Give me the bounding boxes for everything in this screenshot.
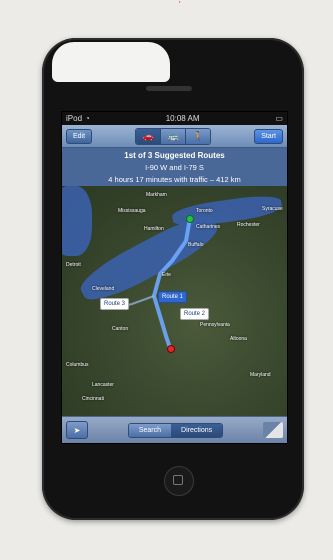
carrier-label: iPod [66,114,83,123]
place-mississauga: Mississauga [118,208,146,214]
place-altoona: Altoona [230,336,247,342]
edit-button[interactable]: Edit [66,128,93,144]
place-toronto: Toronto [196,208,213,214]
route-summary-title: 1st of 3 Suggested Routes [124,151,225,160]
place-lancaster: Lancaster [92,382,114,388]
search-tab[interactable]: Search [128,423,172,437]
battery-icon: ▭ [275,114,283,123]
place-rochester: Rochester [237,222,260,228]
place-pennsylvania: Pennsylvania [200,322,230,328]
location-arrow-icon[interactable]: ➤ [66,421,88,439]
wifi-icon: ◔ [85,114,90,123]
route-3-callout[interactable]: Route 3 [100,298,130,310]
route-summary-roads: I-90 W and I-79 S [145,163,204,172]
transport-mode-selector: 🚗 🚌 🚶 [135,127,212,145]
place-detroit: Detroit [66,262,81,268]
directions-tab[interactable]: Directions [171,423,223,437]
place-hamilton: Hamilton [144,226,164,232]
end-pin-icon[interactable] [167,345,175,353]
place-buffalo: Buffalo [188,242,204,248]
status-bar: iPod ◔ 10:08 AM ▭ [62,112,287,125]
route-1-callout[interactable]: Route 1 [158,291,188,303]
place-columbus: Columbus [66,362,89,368]
place-canton: Canton [112,326,129,332]
route-summary: 1st of 3 Suggested Routes I-90 W and I-7… [62,148,287,186]
device-screen: iPod ◔ 10:08 AM ▭ Edit 🚗 🚌 🚶 Start 1st o… [61,111,288,444]
place-cincinnati: Cincinnati [82,396,104,402]
bus-icon[interactable]: 🚌 [161,128,187,144]
home-square-icon [173,475,183,485]
place-catharines: Catharines [196,224,221,230]
search-directions-segment: Search Directions [127,422,224,438]
place-markham: Markham [146,192,167,198]
place-maryland: Maryland [250,372,271,378]
directions-navbar: Edit 🚗 🚌 🚶 Start [62,125,287,148]
speaker-grille [146,86,192,91]
place-syracuse: Syracuse [262,206,283,212]
bottom-toolbar: ➤ Search Directions [62,416,287,443]
place-erie: Erie [162,272,171,278]
map-view[interactable]: Route 1 Route 2 Route 3 Markham Mississa… [62,186,287,416]
car-icon[interactable]: 🚗 [136,128,162,144]
route-summary-duration: 4 hours 17 minutes with traffic – 412 km [108,175,241,184]
route-2-callout[interactable]: Route 2 [180,308,210,320]
start-button[interactable]: Start [254,128,283,144]
camera-glare [52,42,170,82]
top-red-mark: ' [179,0,181,9]
page-curl-icon[interactable] [263,422,283,438]
walk-icon[interactable]: 🚶 [186,128,211,144]
place-cleveland: Cleveland [92,286,115,292]
start-pin-icon[interactable] [186,215,194,223]
status-time: 10:08 AM [165,114,200,123]
